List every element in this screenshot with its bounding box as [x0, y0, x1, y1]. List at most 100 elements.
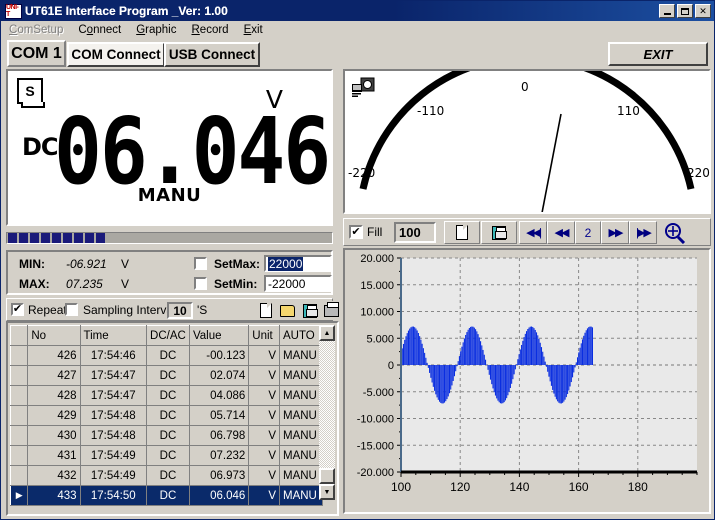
lcd-range-mode: MANU	[137, 185, 202, 206]
open-file-button[interactable]	[278, 301, 297, 320]
menu-item-comsetup[interactable]: ComSetup	[5, 23, 74, 37]
menu-bar: ComSetup Connect Graphic Record Exit	[1, 21, 714, 39]
row-indicator	[9, 385, 29, 406]
max-value: 07.235	[66, 277, 103, 291]
table-header-time[interactable]: Time	[79, 325, 148, 346]
setmin-checkbox[interactable]	[194, 277, 207, 290]
signal-block	[74, 233, 83, 243]
chart-new-button[interactable]	[444, 221, 480, 244]
menu-item-exit[interactable]: Exit	[240, 23, 274, 37]
gauge-needle	[541, 113, 562, 212]
svg-text:5.000: 5.000	[366, 333, 394, 345]
waveform-chart[interactable]: -20.000 -15.000 -10.000 -5.000 0 5.000 10.000 1…	[345, 250, 709, 512]
table-header-row: No Time DC/AC Value Unit AUTO	[9, 325, 324, 346]
table-row[interactable]: 426 17:54:46 DC -00.123 V MANU	[9, 345, 324, 366]
cell-auto: MANU	[278, 465, 324, 486]
cell-time: 17:54:46	[79, 345, 148, 366]
new-file-icon	[456, 225, 468, 240]
cell-dcac: DC	[146, 465, 190, 486]
setmax-label: SetMax:	[214, 257, 261, 271]
tab-usb-connect[interactable]: USB Connect	[164, 42, 260, 67]
fill-label: Fill	[367, 225, 383, 239]
cell-time: 17:54:49	[79, 465, 148, 486]
table-header-indicator	[9, 325, 29, 346]
sampling-interval-input[interactable]: 10	[167, 302, 193, 319]
repeat-checkbox[interactable]: ✔	[11, 303, 24, 316]
cell-time: 17:54:48	[79, 405, 148, 426]
sampling-interval-checkbox[interactable]	[65, 303, 78, 316]
nav-next-button[interactable]: ▶▶	[601, 221, 629, 244]
cell-dcac: DC	[146, 445, 190, 466]
save-disk-icon	[492, 225, 507, 240]
svg-text:180: 180	[628, 480, 648, 494]
gauge-tick-label-220: 220	[687, 166, 710, 180]
signal-block	[19, 233, 28, 243]
cell-no: 426	[27, 345, 81, 366]
cell-auto: MANU	[278, 485, 324, 506]
scroll-down-button[interactable]: ▼	[319, 484, 335, 500]
table-header-auto[interactable]: AUTO	[278, 325, 324, 346]
setmax-input[interactable]: 22000	[264, 255, 332, 272]
save-disk-icon	[302, 303, 318, 318]
exit-button[interactable]: EXIT	[608, 42, 708, 66]
save-file-button[interactable]	[300, 301, 319, 320]
table-row[interactable]: 430 17:54:48 DC 06.798 V MANU	[9, 425, 324, 446]
chart-save-button[interactable]	[481, 221, 517, 244]
signal-block	[63, 233, 72, 243]
tab-com-connect[interactable]: COM Connect	[67, 42, 165, 67]
data-table: No Time DC/AC Value Unit AUTO 426 17:54:…	[9, 325, 324, 506]
menu-item-connect[interactable]: Connect	[74, 23, 132, 37]
minimize-button[interactable]	[659, 4, 675, 18]
cell-time: 17:54:47	[79, 365, 148, 386]
title-bar: UNI-T UT61E Interface Program _Ver: 1.00…	[1, 1, 714, 21]
table-header-value[interactable]: Value	[188, 325, 250, 346]
signal-block	[30, 233, 39, 243]
signal-block	[96, 233, 105, 243]
fill-checkbox[interactable]: ✔	[349, 225, 363, 239]
cell-no: 427	[27, 365, 81, 386]
table-row[interactable]: 428 17:54:47 DC 04.086 V MANU	[9, 385, 324, 406]
waveform-chart-panel: -20.000 -15.000 -10.000 -5.000 0 5.000 10.000 1…	[343, 248, 711, 514]
gauge-tick-label-zero: 0	[521, 80, 529, 94]
table-row[interactable]: 432 17:54:49 DC 06.973 V MANU	[9, 465, 324, 486]
table-row[interactable]: 431 17:54:49 DC 07.232 V MANU	[9, 445, 324, 466]
cell-value: 05.714	[188, 405, 250, 426]
nav-first-button[interactable]: ◀◀|	[519, 221, 547, 244]
nav-last-button[interactable]: |▶▶	[629, 221, 657, 244]
table-row[interactable]: 427 17:54:47 DC 02.074 V MANU	[9, 365, 324, 386]
table-header-dcac[interactable]: DC/AC	[146, 325, 190, 346]
window-title: UT61E Interface Program _Ver: 1.00	[25, 4, 228, 18]
points-count-input[interactable]: 100	[394, 222, 436, 243]
scroll-up-button[interactable]: ▲	[319, 325, 335, 341]
table-row[interactable]: 429 17:54:48 DC 05.714 V MANU	[9, 405, 324, 426]
setmin-input[interactable]: -22000	[264, 275, 332, 292]
nav-prev-button[interactable]: ◀◀	[547, 221, 575, 244]
setmax-checkbox[interactable]	[194, 257, 207, 270]
cell-dcac: DC	[146, 425, 190, 446]
new-file-button[interactable]	[256, 301, 275, 320]
scrollbar-track[interactable]	[319, 341, 335, 484]
table-header-unit[interactable]: Unit	[248, 325, 280, 346]
cell-auto: MANU	[278, 425, 324, 446]
row-indicator	[9, 405, 29, 426]
table-header-no[interactable]: No	[27, 325, 81, 346]
cell-no: 429	[27, 405, 81, 426]
hold-indicator-icon: S	[17, 78, 45, 108]
menu-item-record[interactable]: Record	[187, 23, 239, 37]
table-scrollbar[interactable]: ▲ ▼	[319, 325, 335, 500]
maximize-button[interactable]	[677, 4, 693, 18]
minmax-panel: MIN: -06.921 V SetMax: 22000 MAX: 07.235…	[6, 250, 333, 295]
row-indicator	[9, 445, 29, 466]
cell-auto: MANU	[278, 405, 324, 426]
cell-no: 433	[27, 485, 81, 506]
close-button[interactable]: ✕	[695, 4, 711, 18]
menu-item-graphic[interactable]: Graphic	[132, 23, 187, 37]
record-toolbar: ✔ Repeat Sampling Interval 10 'S	[6, 298, 341, 321]
scrollbar-thumb[interactable]	[319, 468, 335, 484]
cell-no: 432	[27, 465, 81, 486]
table-row-selected[interactable]: ▶ 433 17:54:50 DC 06.046 V MANU	[9, 485, 324, 506]
svg-text:10.000: 10.000	[360, 307, 394, 319]
magnifier-plus-icon[interactable]	[662, 222, 686, 244]
cell-dcac: DC	[146, 365, 190, 386]
print-button[interactable]	[322, 301, 341, 320]
